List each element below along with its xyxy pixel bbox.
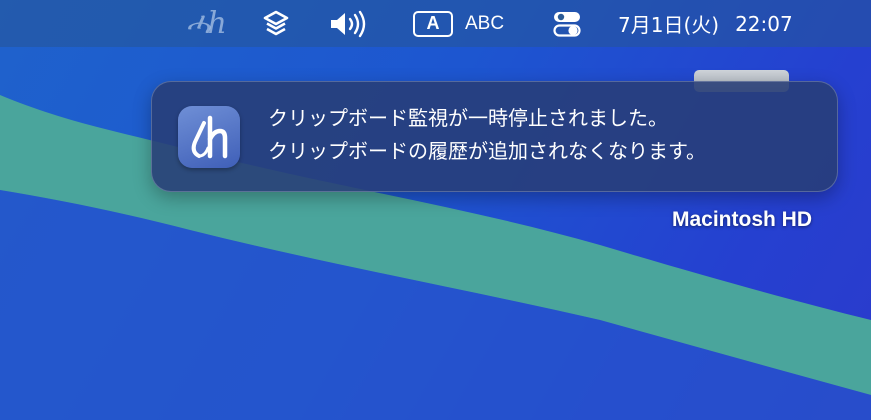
control-center-icon[interactable] (553, 0, 581, 47)
clock-time: 22:07 (735, 11, 793, 36)
volume-icon[interactable] (328, 0, 368, 47)
clipboard-app-logo-text: ሓh (186, 6, 227, 41)
input-source-badge: A (426, 13, 440, 33)
shortcuts-icon[interactable] (260, 0, 292, 47)
disk-label[interactable]: Macintosh HD (622, 208, 862, 232)
clipboard-app-icon (178, 106, 240, 168)
notification-banner[interactable]: クリップボード監視が一時停止されました。 クリップボードの履歴が追加されなくなり… (151, 81, 838, 192)
clock-date: 7月1日(火) (618, 13, 720, 37)
notification-message: クリップボード監視が一時停止されました。 クリップボードの履歴が追加されなくなり… (268, 102, 828, 168)
input-source-icon: A (413, 10, 453, 37)
notification-line-2: クリップボードの履歴が追加されなくなります。 (268, 139, 706, 163)
input-source-menu[interactable]: A ABC (413, 0, 504, 47)
menu-bar-clock[interactable]: 7月1日(火) 22:07 (618, 0, 793, 47)
menu-bar: ሓh A ABC 7月1日(火) 22:07 (0, 0, 871, 47)
clipboard-app-logo-icon[interactable]: ሓh (186, 0, 227, 47)
notification-line-1: クリップボード監視が一時停止されました。 (268, 106, 668, 130)
input-source-name: ABC (465, 12, 505, 34)
